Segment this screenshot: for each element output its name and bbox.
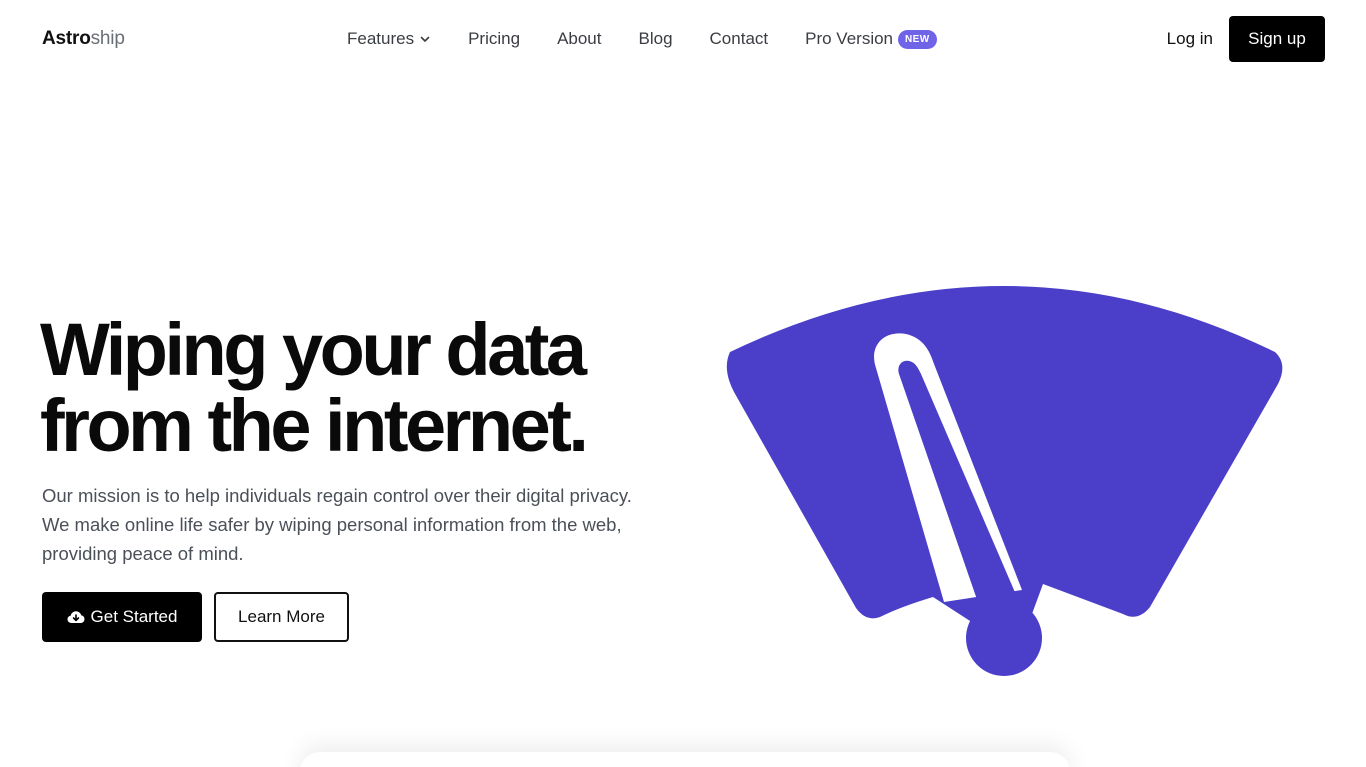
site-header: Astroship Features Pricing About Blog Co… xyxy=(0,0,1366,78)
nav-item-features[interactable]: Features xyxy=(347,29,431,49)
nav-item-about[interactable]: About xyxy=(557,29,601,49)
nav-item-label: Pricing xyxy=(468,29,521,48)
needle-hub xyxy=(966,600,1042,676)
nav-item-pro-version[interactable]: Pro Version NEW xyxy=(805,29,937,49)
hero-title-line-1: Wiping your data xyxy=(40,308,587,391)
main-nav: Features Pricing About Blog Contact Pro … xyxy=(347,27,937,51)
get-started-label: Get Started xyxy=(90,607,178,626)
nav-item-label: Contact xyxy=(709,29,769,48)
brand-name-strong: Astro xyxy=(42,28,91,49)
nav-item-blog[interactable]: Blog xyxy=(639,29,673,49)
signup-button[interactable]: Sign up xyxy=(1229,16,1325,62)
cloud-download-icon xyxy=(67,611,85,623)
nav-item-label: About xyxy=(557,29,602,48)
nav-item-contact[interactable]: Contact xyxy=(710,29,769,49)
hero-title: Wiping your data from the internet. xyxy=(40,312,680,464)
get-started-button[interactable]: Get Started xyxy=(42,592,202,642)
brand-logo[interactable]: Astroship xyxy=(42,28,125,50)
nav-item-label: Features xyxy=(347,29,415,48)
auth-actions: Log in Sign up xyxy=(1167,16,1325,62)
page: Astroship Features Pricing About Blog Co… xyxy=(0,0,1366,767)
login-link[interactable]: Log in xyxy=(1167,29,1213,49)
brand-name-light: ship xyxy=(90,28,125,49)
nav-item-label: Pro Version xyxy=(805,29,894,48)
new-badge: NEW xyxy=(898,29,937,49)
gauge-wiper-icon xyxy=(726,286,1283,676)
hero-description: Our mission is to help individuals regai… xyxy=(42,485,632,564)
learn-more-button[interactable]: Learn More xyxy=(214,592,349,642)
content-preview-edge xyxy=(300,752,1070,767)
hero-title-line-2: from the internet. xyxy=(40,384,589,467)
learn-more-label: Learn More xyxy=(238,607,325,626)
chevron-down-icon xyxy=(420,36,430,42)
nav-item-label: Blog xyxy=(638,29,673,48)
nav-item-pricing[interactable]: Pricing xyxy=(468,29,520,49)
